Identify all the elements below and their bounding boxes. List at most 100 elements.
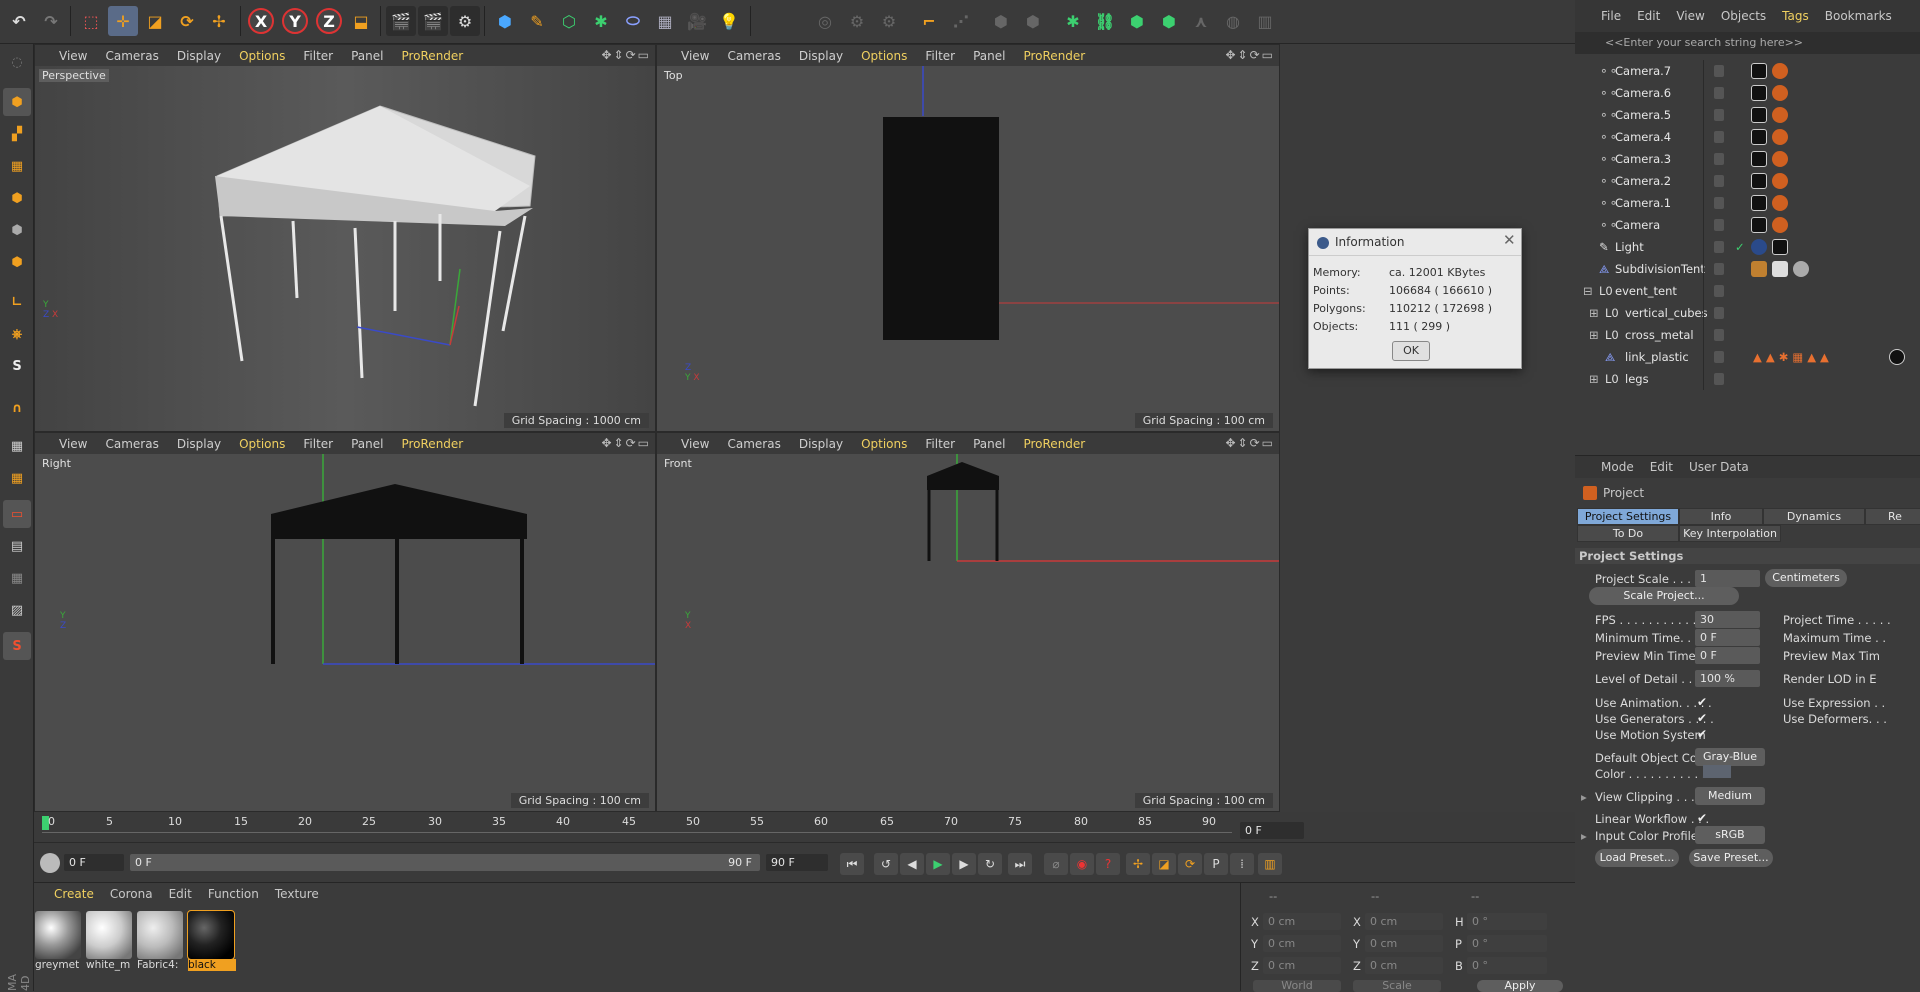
menu-mode[interactable]: Mode bbox=[1601, 460, 1634, 474]
menu-edit[interactable]: Edit bbox=[1650, 460, 1673, 474]
menu-prorender[interactable]: ProRender bbox=[401, 49, 463, 63]
viewport-perspective[interactable]: View Cameras Display Options Filter Pane… bbox=[34, 44, 656, 432]
linear-workflow-checkbox[interactable]: ✔ bbox=[1697, 811, 1711, 825]
next-frame-icon[interactable]: ▶ bbox=[952, 853, 976, 875]
next-key-icon[interactable]: ↻ bbox=[978, 853, 1002, 875]
expand-icon[interactable]: ▸ bbox=[1581, 790, 1587, 804]
menu-panel[interactable]: Panel bbox=[351, 437, 383, 451]
menu-create[interactable]: Create bbox=[54, 887, 94, 905]
use-animation-checkbox[interactable]: ✔ bbox=[1697, 695, 1711, 709]
edges-mode-icon[interactable]: ⬢ bbox=[3, 216, 31, 244]
minimum-time-field[interactable]: 0 F bbox=[1695, 629, 1760, 646]
bodypaint-icon[interactable]: ▥ bbox=[1250, 6, 1280, 36]
autokey-icon[interactable]: ◉ bbox=[1070, 853, 1094, 875]
previous-key-icon[interactable]: ↺ bbox=[874, 853, 898, 875]
menu-tags[interactable]: Tags bbox=[1782, 9, 1809, 23]
menu-view[interactable]: View bbox=[681, 437, 709, 451]
polygons-mode-icon[interactable]: ⬢ bbox=[3, 248, 31, 276]
rotation-b-field[interactable]: 0 ° bbox=[1467, 957, 1547, 974]
search-input[interactable]: <<Enter your search string here>> bbox=[1575, 32, 1920, 54]
z-axis-lock-icon[interactable]: Z bbox=[316, 8, 342, 34]
axis-icon[interactable]: ∟ bbox=[3, 288, 31, 316]
color-swatch[interactable] bbox=[1703, 765, 1731, 778]
world-dropdown[interactable]: World bbox=[1253, 980, 1341, 992]
play-icon[interactable]: ▶ bbox=[926, 853, 950, 875]
points-mode-icon[interactable]: ✱ bbox=[1058, 6, 1088, 36]
rotation-h-field[interactable]: 0 ° bbox=[1467, 913, 1547, 930]
menu-texture[interactable]: Texture bbox=[275, 887, 319, 905]
menu-options[interactable]: Options bbox=[239, 437, 285, 451]
subdivision-surface-icon[interactable]: ⬡ bbox=[554, 6, 584, 36]
viewport-front[interactable]: View Cameras Display Options Filter Pane… bbox=[656, 432, 1280, 812]
range-slider[interactable]: 0 F 90 F bbox=[130, 854, 760, 871]
edges-mode-icon[interactable]: ⛓ bbox=[1090, 6, 1120, 36]
keyframe-selection-icon[interactable]: ? bbox=[1096, 853, 1120, 875]
menu-cameras[interactable]: Cameras bbox=[105, 437, 158, 451]
sculpt-brush-icon[interactable]: ◌ bbox=[3, 48, 31, 76]
planar-workplane-icon[interactable]: ▦ bbox=[3, 464, 31, 492]
menu-prorender[interactable]: ProRender bbox=[1023, 437, 1085, 451]
tab-to-do[interactable]: To Do bbox=[1577, 525, 1679, 542]
render-region-icon[interactable]: ▤ bbox=[3, 532, 31, 560]
menu-view[interactable]: View bbox=[1676, 9, 1704, 23]
list-item[interactable]: ✎ Light ✓ bbox=[1575, 236, 1920, 258]
menu-cameras[interactable]: Cameras bbox=[105, 49, 158, 63]
menu-filter[interactable]: Filter bbox=[303, 49, 333, 63]
points-mode-icon[interactable]: ⬢ bbox=[3, 184, 31, 212]
size-z-field[interactable]: 0 cm bbox=[1365, 957, 1443, 974]
menu-display[interactable]: Display bbox=[177, 49, 221, 63]
menu-display[interactable]: Display bbox=[799, 49, 843, 63]
floor-icon[interactable]: ▦ bbox=[650, 6, 680, 36]
material-thumb[interactable] bbox=[35, 911, 81, 959]
workplane-mode-icon[interactable]: ▦ bbox=[3, 152, 31, 180]
model-mode-icon[interactable]: ⬢ bbox=[3, 88, 31, 116]
lock-workplane-icon[interactable]: ▦ bbox=[3, 432, 31, 460]
viewport-nav-icons[interactable]: ✥⇕⟳▭ bbox=[1225, 48, 1275, 62]
redo-icon[interactable]: ↷ bbox=[36, 6, 66, 36]
render-picture-viewer-icon[interactable]: 🎬 bbox=[418, 6, 448, 36]
list-item[interactable]: ⚬⚬ Camera.2 bbox=[1575, 170, 1920, 192]
timeline-ruler[interactable]: 0 5 10 15 20 25 30 35 40 45 50 55 60 65 … bbox=[34, 812, 1575, 842]
x-axis-lock-icon[interactable]: X bbox=[248, 8, 274, 34]
axis-mode-icon[interactable]: ⌐ bbox=[914, 6, 944, 36]
go-to-end-icon[interactable]: ⏭ bbox=[1008, 853, 1032, 875]
tab-referencing[interactable]: Re bbox=[1865, 508, 1920, 525]
timeline-icon[interactable]: ▥ bbox=[1258, 853, 1282, 875]
menu-filter[interactable]: Filter bbox=[925, 49, 955, 63]
menu-view[interactable]: View bbox=[59, 49, 87, 63]
tweak-mode-icon[interactable]: ⋰ bbox=[946, 6, 976, 36]
scale-tool-icon[interactable]: ◪ bbox=[140, 6, 170, 36]
previous-frame-icon[interactable]: ◀ bbox=[900, 853, 924, 875]
tweak-icon[interactable]: ⎈ bbox=[3, 320, 31, 348]
list-item[interactable]: ⟁ SubdivisionTent bbox=[1575, 258, 1920, 280]
model-mode-icon[interactable]: ⬢ bbox=[986, 6, 1016, 36]
menu-options[interactable]: Options bbox=[861, 437, 907, 451]
close-icon[interactable]: ✕ bbox=[1503, 231, 1516, 249]
key-scale-icon[interactable]: ◪ bbox=[1152, 853, 1176, 875]
size-x-field[interactable]: 0 cm bbox=[1365, 913, 1443, 930]
level-of-detail-field[interactable]: 100 % bbox=[1695, 670, 1760, 687]
key-position-icon[interactable]: ✢ bbox=[1126, 853, 1150, 875]
list-item[interactable]: ⊞ L0 cross_metal bbox=[1575, 324, 1920, 346]
scale-project-button[interactable]: Scale Project... bbox=[1589, 587, 1739, 605]
size-y-field[interactable]: 0 cm bbox=[1365, 935, 1443, 952]
list-item[interactable]: ⊟ L0 event_tent bbox=[1575, 280, 1920, 302]
menu-edit[interactable]: Edit bbox=[169, 887, 192, 905]
coordinate-system-icon[interactable]: ⬓ bbox=[346, 6, 376, 36]
viewport-right[interactable]: View Cameras Display Options Filter Pane… bbox=[34, 432, 656, 812]
position-z-field[interactable]: 0 cm bbox=[1263, 957, 1341, 974]
load-preset-button[interactable]: Load Preset... bbox=[1595, 849, 1679, 867]
project-scale-field[interactable]: 1 bbox=[1695, 570, 1760, 587]
tab-project-settings[interactable]: Project Settings bbox=[1577, 508, 1679, 525]
tab-info[interactable]: Info bbox=[1679, 508, 1763, 525]
viewport-nav-icons[interactable]: ✥⇕⟳▭ bbox=[601, 48, 651, 62]
magnet-icon[interactable]: ∩ bbox=[3, 394, 31, 422]
expand-icon[interactable]: ▸ bbox=[1581, 829, 1587, 843]
texture-mode-icon[interactable]: ▞ bbox=[3, 120, 31, 148]
viewport-nav-icons[interactable]: ✥⇕⟳▭ bbox=[601, 436, 651, 450]
preview-min-field[interactable]: 0 F bbox=[1695, 647, 1760, 664]
menu-prorender[interactable]: ProRender bbox=[1023, 49, 1085, 63]
menu-file[interactable]: File bbox=[1601, 9, 1621, 23]
record-active-icon[interactable]: ⌀ bbox=[1044, 853, 1068, 875]
menu-user-data[interactable]: User Data bbox=[1689, 460, 1749, 474]
